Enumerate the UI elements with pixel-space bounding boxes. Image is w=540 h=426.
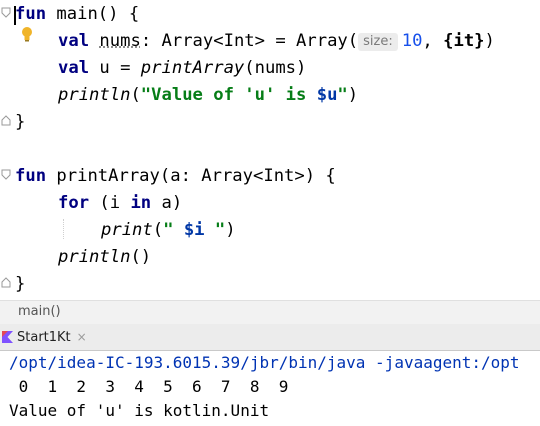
run-tool-window-tabs: Start1Kt ×: [0, 324, 540, 351]
variable-nums: nums: [99, 31, 141, 51]
breadcrumb: main(): [0, 300, 540, 325]
lambda-expression: {it}: [443, 31, 485, 51]
keyword-fun: fun: [15, 166, 47, 186]
keyword-val: val: [58, 58, 90, 78]
tab-start1kt[interactable]: Start1Kt ×: [0, 324, 93, 350]
code-text: : Array<Int> = Array(: [140, 31, 359, 51]
code-line-10: }: [15, 271, 25, 298]
code-text: main() {: [46, 4, 140, 24]
console-output-line: 0 1 2 3 4 5 6 7 8 9: [9, 377, 289, 396]
code-line-8: print(" $i "): [101, 217, 236, 244]
fold-end-printarray-icon[interactable]: [1, 277, 11, 288]
lightbulb-icon[interactable]: [20, 26, 34, 42]
tab-label: Start1Kt: [17, 329, 71, 345]
console-command-line: /opt/idea-IC-193.6015.39/jbr/bin/java -j…: [9, 353, 520, 372]
parameter-hint: size:: [358, 33, 398, 51]
keyword-fun: fun: [15, 4, 47, 24]
code-text: u =: [89, 58, 141, 78]
fold-start-main-icon[interactable]: [1, 7, 11, 18]
code-text: printArray(a: Array<Int>) {: [46, 166, 336, 186]
function-call-println: println: [58, 85, 131, 105]
breadcrumb-item-main[interactable]: main(): [18, 304, 61, 319]
closing-brace: }: [15, 274, 26, 294]
code-line-6: fun printArray(a: Array<Int>) {: [15, 163, 336, 190]
string-literal: ": [337, 85, 348, 105]
run-console[interactable]: /opt/idea-IC-193.6015.39/jbr/bin/java -j…: [0, 351, 540, 426]
fold-start-printarray-icon[interactable]: [1, 169, 11, 180]
close-tab-icon[interactable]: ×: [77, 330, 87, 344]
keyword-in: in: [130, 193, 152, 213]
function-call-print: print: [101, 220, 153, 240]
console-output-line: Value of 'u' is kotlin.Unit: [9, 401, 270, 420]
code-line-7: for (i in a): [58, 190, 182, 217]
function-call-println: println: [58, 247, 131, 267]
code-text: (i: [89, 193, 131, 213]
string-literal: ": [163, 220, 184, 240]
code-text: a): [151, 193, 183, 213]
code-text: ): [484, 31, 495, 51]
closing-brace: }: [15, 112, 26, 132]
string-literal: ": [204, 220, 226, 240]
code-text: ): [225, 220, 236, 240]
code-text: (nums): [244, 58, 307, 78]
indent-guide: [63, 219, 65, 239]
string-template: $u: [316, 85, 338, 105]
keyword-val: val: [58, 31, 90, 51]
function-call-printarray: printArray: [140, 58, 245, 78]
code-editor[interactable]: fun main() { val nums: Array<Int> = Arra…: [0, 0, 540, 300]
number-literal: 10: [401, 31, 423, 51]
code-line-5: }: [15, 109, 25, 136]
code-line-9: println(): [58, 244, 151, 271]
code-text: (: [130, 85, 141, 105]
code-text: ): [347, 85, 359, 105]
code-line-1: fun main() {: [15, 1, 139, 28]
code-text: (): [130, 247, 152, 267]
code-text: ,: [422, 31, 444, 51]
string-literal: "Value of 'u' is: [140, 85, 317, 105]
code-text: (: [152, 220, 164, 240]
code-line-3: val u = printArray(nums): [58, 55, 306, 82]
keyword-for: for: [58, 193, 90, 213]
string-template: $i: [183, 220, 205, 240]
fold-end-main-icon[interactable]: [1, 115, 11, 126]
code-line-2: val nums: Array<Int> = Array(size: 10, {i…: [58, 28, 495, 55]
code-line-4: println("Value of 'u' is $u"): [58, 82, 358, 109]
kotlin-run-config-icon: [2, 330, 14, 344]
